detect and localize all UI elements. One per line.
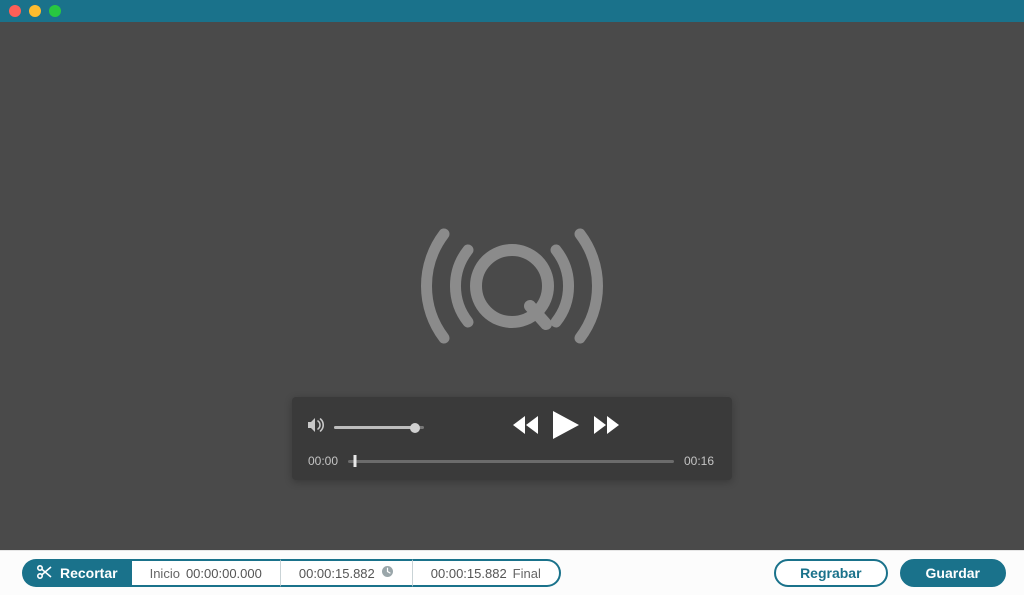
trim-start-value: 00:00:00.000 [186,566,262,581]
save-button[interactable]: Guardar [900,559,1006,587]
scissors-icon [36,564,52,583]
rewind-button[interactable] [513,416,539,439]
trim-start-cell[interactable]: Inicio 00:00:00.000 [132,559,280,587]
volume-slider[interactable] [334,426,424,429]
progress-thumb[interactable] [353,455,356,467]
clock-icon [381,565,394,581]
forward-button[interactable] [593,416,619,439]
window-minimize-button[interactable] [29,5,41,17]
trim-end-cell[interactable]: 00:00:15.882 Final [412,559,561,587]
bottom-bar: Recortar Inicio 00:00:00.000 00:00:15.88… [0,550,1024,595]
time-current: 00:00 [308,454,338,468]
rerecord-button-label: Regrabar [800,565,861,581]
titlebar [0,0,1024,22]
volume-icon[interactable] [308,417,326,438]
app-logo-icon [392,216,632,356]
trim-duration-value: 00:00:15.882 [299,566,375,581]
trim-duration-cell[interactable]: 00:00:15.882 [280,559,412,587]
volume-thumb[interactable] [410,423,420,433]
trim-button-label: Recortar [60,565,118,581]
trim-start-label: Inicio [150,566,180,581]
progress-slider[interactable] [348,460,674,463]
save-button-label: Guardar [926,565,980,581]
video-preview-area: 00:00 00:16 [0,22,1024,550]
play-button[interactable] [553,411,579,444]
trim-button[interactable]: Recortar [22,559,132,587]
player-controls: 00:00 00:16 [292,397,732,480]
trim-end-value: 00:00:15.882 [431,566,507,581]
trim-end-label: Final [513,566,541,581]
trim-group: Recortar Inicio 00:00:00.000 00:00:15.88… [22,559,561,587]
window-maximize-button[interactable] [49,5,61,17]
volume-fill [334,426,415,429]
window-close-button[interactable] [9,5,21,17]
rerecord-button[interactable]: Regrabar [774,559,887,587]
time-total: 00:16 [684,454,714,468]
